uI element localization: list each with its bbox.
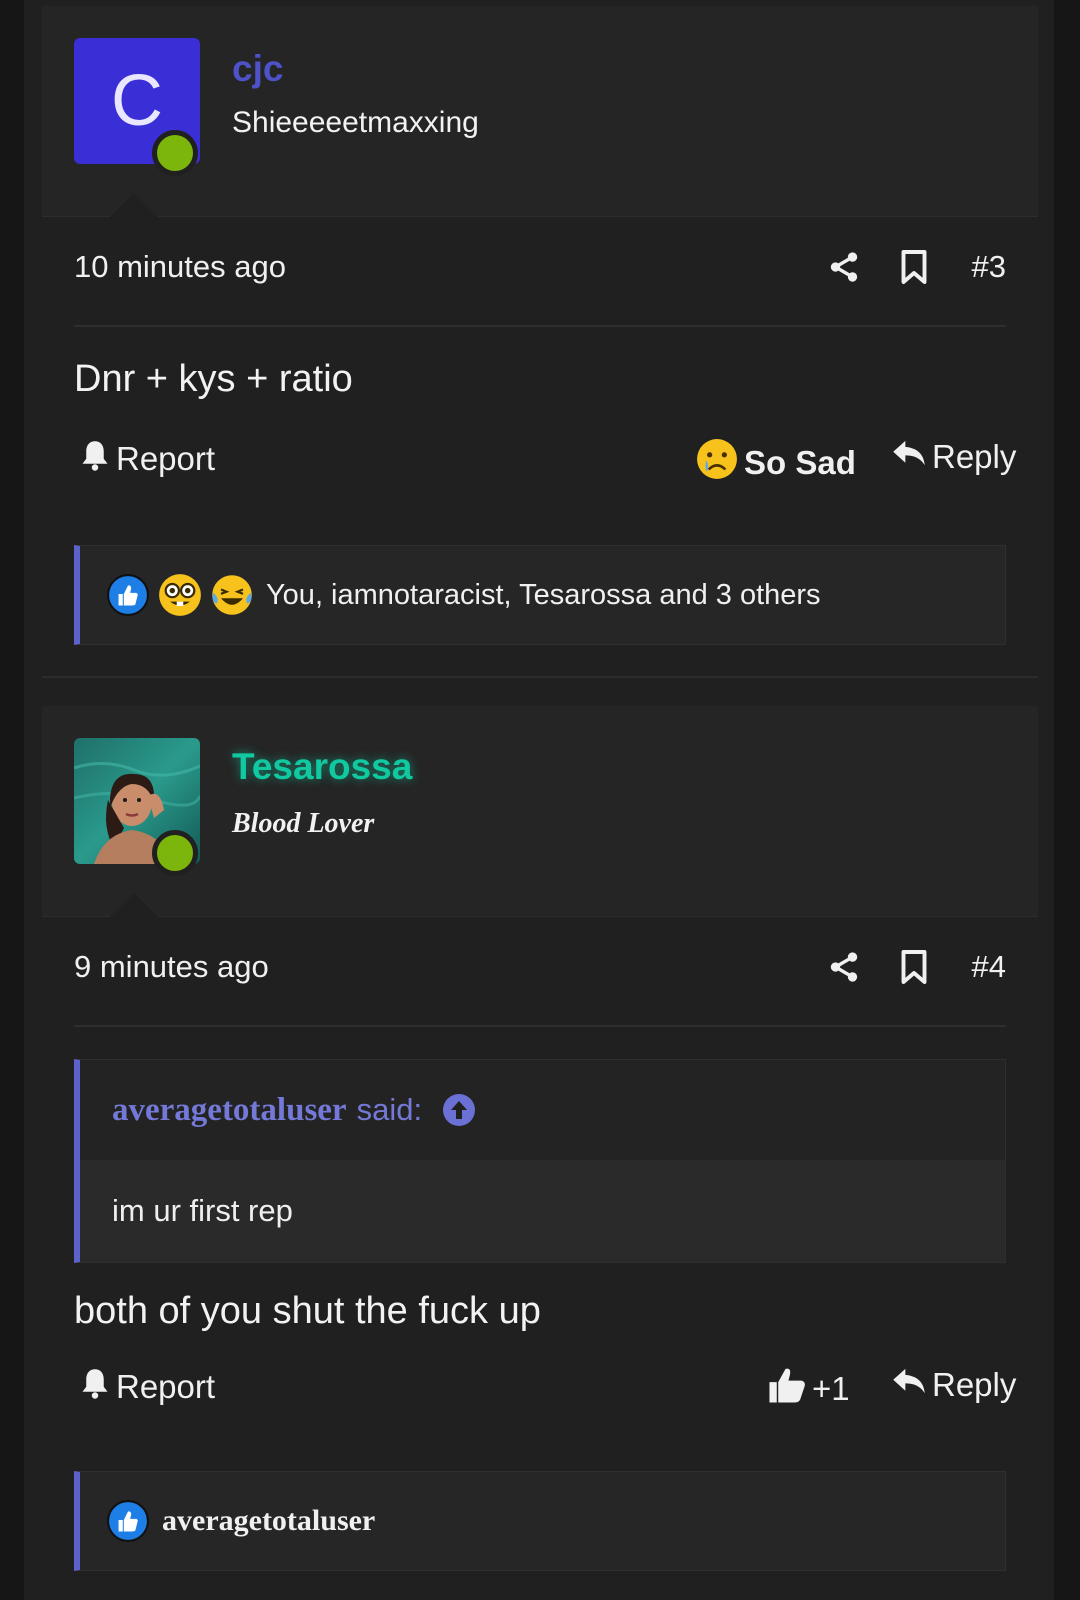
post-3: C cjc Shieeeeetmaxxing 10 minutes ago #3… bbox=[42, 6, 1038, 656]
quote-header: averagetotaluser said: bbox=[80, 1060, 1005, 1160]
like-label: +1 bbox=[812, 1370, 850, 1407]
user-header: C cjc Shieeeeetmaxxing bbox=[42, 6, 1038, 217]
laughing-tears-emoji bbox=[210, 573, 254, 617]
post-actions: Report So Sad Reply bbox=[74, 438, 1016, 498]
quote-body: im ur first rep bbox=[80, 1160, 1005, 1262]
reactions-text[interactable]: averagetotaluser bbox=[162, 1504, 375, 1538]
reply-button[interactable]: Reply bbox=[892, 1366, 1016, 1404]
thumbs-up-icon bbox=[106, 1499, 150, 1543]
user-header: Tesarossa Blood Lover bbox=[42, 706, 1038, 917]
online-status-dot bbox=[152, 130, 198, 176]
post-body: Dnr + kys + ratio bbox=[74, 358, 353, 400]
post-divider bbox=[42, 676, 1038, 678]
thumbs-up-icon bbox=[106, 573, 150, 617]
bell-icon bbox=[80, 438, 110, 480]
post-4: Tesarossa Blood Lover 9 minutes ago #4 a… bbox=[42, 706, 1038, 1600]
arrow-up-circle-icon[interactable] bbox=[442, 1093, 476, 1127]
like-button[interactable]: +1 bbox=[768, 1366, 850, 1412]
quote-author-link[interactable]: averagetotaluser bbox=[112, 1092, 347, 1129]
reactions-summary[interactable]: You, iamnotaracist, Tesarossa and 3 othe… bbox=[74, 545, 1006, 645]
bookmark-icon[interactable] bbox=[894, 947, 934, 987]
avatar[interactable]: C bbox=[74, 38, 200, 176]
share-icon[interactable] bbox=[824, 247, 864, 287]
user-title: Shieeeeetmaxxing bbox=[232, 106, 479, 139]
bookmark-icon[interactable] bbox=[894, 247, 934, 287]
reply-icon bbox=[892, 1366, 926, 1404]
reactions-text: You, iamnotaracist, Tesarossa and 3 othe… bbox=[266, 578, 821, 611]
share-icon[interactable] bbox=[824, 947, 864, 987]
username[interactable]: Tesarossa bbox=[232, 746, 412, 788]
post-time[interactable]: 9 minutes ago bbox=[74, 949, 269, 985]
report-label: Report bbox=[116, 1368, 216, 1405]
report-button[interactable]: Report bbox=[80, 1366, 215, 1408]
post-number[interactable]: #4 bbox=[972, 949, 1006, 985]
crying-face-emoji bbox=[696, 438, 738, 488]
report-button[interactable]: Report bbox=[80, 438, 215, 480]
quote-block: averagetotaluser said: im ur first rep bbox=[74, 1059, 1006, 1263]
post-number[interactable]: #3 bbox=[972, 249, 1006, 285]
report-label: Report bbox=[116, 440, 216, 477]
thumbs-up-icon bbox=[768, 1366, 806, 1412]
post-actions: Report +1 Reply bbox=[74, 1366, 1016, 1426]
post-meta: 10 minutes ago #3 bbox=[74, 219, 1006, 327]
reaction-label: So Sad bbox=[744, 444, 856, 481]
reactions-summary[interactable]: averagetotaluser bbox=[74, 1471, 1006, 1571]
quote-said-label: said: bbox=[356, 1092, 423, 1127]
user-title: Blood Lover bbox=[232, 808, 375, 839]
avatar[interactable] bbox=[74, 738, 200, 876]
post-time[interactable]: 10 minutes ago bbox=[74, 249, 286, 285]
reply-label: Reply bbox=[932, 438, 1017, 475]
reaction-button[interactable]: So Sad bbox=[696, 438, 856, 488]
username[interactable]: cjc bbox=[232, 48, 283, 90]
reply-label: Reply bbox=[932, 1366, 1017, 1403]
nerd-face-emoji bbox=[158, 573, 202, 617]
post-meta: 9 minutes ago #4 bbox=[74, 919, 1006, 1027]
reply-icon bbox=[892, 438, 926, 476]
online-status-dot bbox=[152, 830, 198, 876]
post-body: both of you shut the fuck up bbox=[74, 1290, 541, 1332]
reply-button[interactable]: Reply bbox=[892, 438, 1016, 476]
bell-icon bbox=[80, 1366, 110, 1408]
